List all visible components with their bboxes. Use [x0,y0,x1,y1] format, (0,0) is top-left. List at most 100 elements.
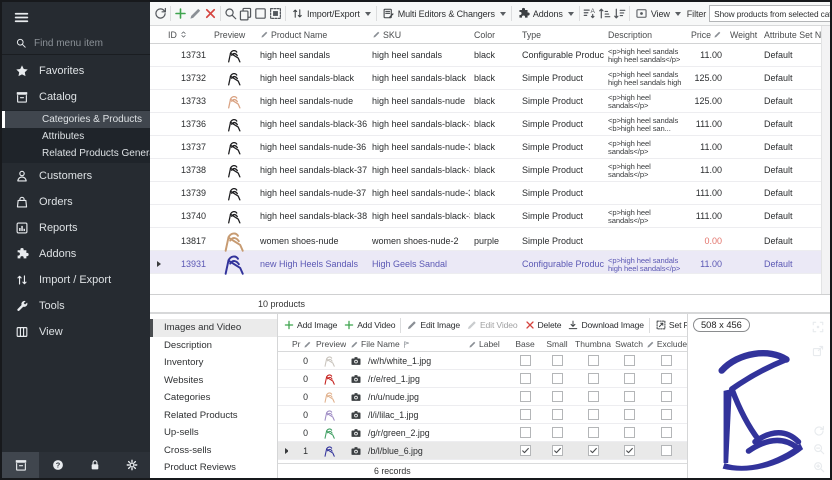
sidebar-item-categories-products[interactable]: Categories & Products [2,111,150,128]
checkbox[interactable] [520,409,531,420]
checkbox-cell[interactable] [612,391,646,402]
add-product-button[interactable] [173,4,188,24]
column-header-color[interactable]: Color [470,30,518,40]
checkbox-cell[interactable] [646,409,687,420]
checkbox-cell[interactable] [574,427,612,438]
checkbox[interactable] [624,427,635,438]
checkbox-cell[interactable] [574,409,612,420]
checkbox-cell[interactable] [612,373,646,384]
help-icon[interactable]: ? [51,458,65,472]
sort-az-button[interactable]: A [582,4,597,24]
product-row-13737[interactable]: 13737high heel sandals-nude-36high heel … [150,136,821,159]
checkbox-cell[interactable] [510,391,540,402]
file-row-w-h-white-1-jpg[interactable]: 0/w/h/white_1.jpg [278,352,687,370]
tab-cross-sells[interactable]: Cross-sells [150,442,277,460]
checkbox-checked[interactable] [520,445,531,456]
checkbox-cell[interactable] [540,445,574,456]
product-row-13731[interactable]: 13731high heel sandalshigh heel sandalsb… [150,44,821,67]
checkbox-cell[interactable] [510,445,540,456]
sidebar-search-input[interactable]: Find menu item [2,32,150,55]
file-row-g-r-green-2-jpg[interactable]: 0/g/r/green_2.jpg [278,424,687,442]
product-row-13733[interactable]: 13733high heel sandals-nudehigh heel san… [150,90,821,113]
download-image-button[interactable]: Download Image [564,315,646,335]
file-row-r-e-red-1-jpg[interactable]: 0/r/e/red_1.jpg [278,370,687,388]
fit-to-window-icon[interactable] [811,320,825,334]
refresh-button[interactable] [153,4,168,24]
checkbox[interactable] [624,409,635,420]
checkbox-cell[interactable] [646,373,687,384]
add-video-button[interactable]: Add Video [340,315,398,335]
checkbox[interactable] [520,427,531,438]
rotate-image-icon[interactable] [812,424,826,438]
sidebar-item-import-export[interactable]: Import / Export [2,267,150,293]
column-header-price[interactable]: Price [688,30,726,40]
checkbox[interactable] [661,355,672,366]
sidebar-item-attributes[interactable]: Attributes [2,128,150,145]
sort-desc-button[interactable] [612,4,627,24]
zoom-in-icon[interactable] [812,460,826,474]
product-row-13931[interactable]: 13931new High Heels SandalsHigh Geels Sa… [150,251,821,274]
checkbox[interactable] [588,391,599,402]
delete-button[interactable]: Delete [521,315,565,335]
checkbox[interactable] [588,409,599,420]
checkbox-cell[interactable] [612,355,646,366]
zoom-out-icon[interactable] [812,442,826,456]
checkbox-cell[interactable] [646,427,687,438]
column-header-swatch[interactable]: Swatch [612,339,646,349]
checkbox-cell[interactable] [540,427,574,438]
sidebar-item-customers[interactable]: Customers [2,163,150,189]
column-header-attribute-set-name[interactable]: Attribute Set Name [760,30,821,40]
column-header-small[interactable]: Small [540,339,574,349]
view-menu-button[interactable]: View [632,4,684,24]
checkbox[interactable] [661,373,672,384]
column-header-preview[interactable]: Preview [210,30,256,40]
checkbox[interactable] [588,373,599,384]
import-export-menu-button[interactable]: Import/Export [288,4,374,24]
column-header-preview[interactable]: Preview [312,339,346,349]
row-expander[interactable] [150,261,164,267]
product-row-13732[interactable]: 13732high heel sandals-blackhigh heel sa… [150,67,821,90]
checkbox[interactable] [624,355,635,366]
row-expander[interactable] [278,448,288,454]
file-row-b-l-blue-6-jpg[interactable]: 1/b/l/blue_6.jpg [278,442,687,460]
column-header-id[interactable]: ID [164,30,210,40]
checkbox[interactable] [520,373,531,384]
sidebar-item-view[interactable]: View [2,319,150,345]
checkbox[interactable] [552,427,563,438]
checkbox[interactable] [552,409,563,420]
checkbox[interactable] [588,427,599,438]
filter-select[interactable]: Show products from selected categories [709,5,830,22]
checkbox-cell[interactable] [646,355,687,366]
checkbox-cell[interactable] [646,445,687,456]
checkbox[interactable] [552,355,563,366]
checkbox-cell[interactable] [646,391,687,402]
select-button[interactable] [253,4,268,24]
tab-product-reviews[interactable]: Product Reviews [150,459,277,477]
edit-product-button[interactable] [188,4,203,24]
multi-editors-changers-menu-button[interactable]: Multi Editors & Changers [379,4,509,24]
checkbox-cell[interactable] [574,391,612,402]
edit-image-button[interactable]: Edit Image [403,315,463,335]
file-row-n-u-nude-jpg[interactable]: 0/n/u/nude.jpg [278,388,687,406]
column-header-base[interactable]: Base [510,339,540,349]
checkbox-cell[interactable] [510,409,540,420]
sidebar-item-tools[interactable]: Tools [2,293,150,319]
tab-description[interactable]: Description [150,337,277,355]
checkbox[interactable] [552,391,563,402]
column-header-thumbnail[interactable]: Thumbna [574,339,612,349]
sidebar-item-addons[interactable]: Addons [2,241,150,267]
tab-categories[interactable]: Categories [150,389,277,407]
addons-menu-button[interactable]: Addons [514,4,577,24]
hamburger-menu-icon[interactable] [13,9,30,26]
search-button[interactable] [223,4,238,24]
column-header-pr[interactable]: Pr [288,339,312,349]
product-row-13738[interactable]: 13738high heel sandals-black-37high heel… [150,159,821,182]
column-header-exclude[interactable]: Exclude [646,339,687,349]
column-header-label[interactable]: Label [464,339,510,349]
sidebar-item-catalog[interactable]: Catalog [2,84,150,110]
sidebar-item-orders[interactable]: Orders [2,189,150,215]
column-header-weight[interactable]: Weight [726,30,760,40]
duplicate-button[interactable] [238,4,253,24]
checkbox-cell[interactable] [510,373,540,384]
checkbox-cell[interactable] [612,409,646,420]
